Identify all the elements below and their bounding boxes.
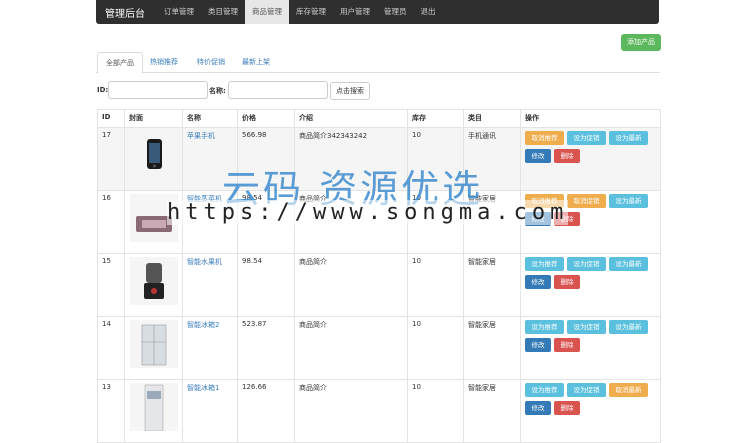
id-search-input[interactable] <box>108 81 208 99</box>
toggle-new-button[interactable]: 取消最新 <box>609 383 648 397</box>
cell-name: 智能冰箱2 <box>182 316 238 380</box>
edit-button[interactable]: 修改 <box>525 338 551 352</box>
product-name-link[interactable]: 苹果手机 <box>187 132 215 140</box>
id-label: ID: <box>97 86 109 94</box>
cell-price: 126.66 <box>237 379 295 443</box>
tab-special-offer[interactable]: 特价促销 <box>191 52 231 72</box>
header-price: 价格 <box>237 109 295 128</box>
tab-hot-recommend[interactable]: 热销推荐 <box>144 52 184 72</box>
delete-button[interactable]: 删除 <box>554 275 580 289</box>
product-name-link[interactable]: 智能水果机 <box>187 258 222 266</box>
product-image <box>129 131 178 179</box>
header-cover: 封面 <box>124 109 183 128</box>
cell-stock: 10 <box>407 253 464 317</box>
cell-description: 商品简介 <box>294 379 408 443</box>
nav-item-products[interactable]: 商品管理 <box>245 0 289 24</box>
header-name: 名称 <box>182 109 238 128</box>
top-navbar: 管理后台 订单管理 类目管理 商品管理 库存管理 用户管理 管理员 退出 <box>96 0 659 24</box>
header-id: ID <box>97 109 125 128</box>
cell-price: 98.54 <box>237 253 295 317</box>
nav-item-users[interactable]: 用户管理 <box>333 0 377 24</box>
cell-category: 智能家居 <box>463 253 521 317</box>
name-label: 名称: <box>209 87 226 95</box>
nav-item-admins[interactable]: 管理员 <box>377 0 414 24</box>
toggle-promotion-button[interactable]: 设为促销 <box>567 131 606 145</box>
cell-description: 商品简介 <box>294 316 408 380</box>
cell-category: 智能家居 <box>463 316 521 380</box>
header-description: 介绍 <box>294 109 408 128</box>
delete-button[interactable]: 删除 <box>554 149 580 163</box>
toggle-new-button[interactable]: 设为最新 <box>609 194 648 208</box>
cell-name: 智能水果机 <box>182 253 238 317</box>
table-row: 15 智能水果机 98.54 商品简介 10 智能家居 设为推荐 设为促销 设为… <box>97 253 661 317</box>
nav-item-inventory[interactable]: 库存管理 <box>289 0 333 24</box>
nav-item-orders[interactable]: 订单管理 <box>157 0 201 24</box>
name-search-input[interactable] <box>228 81 328 99</box>
cell-actions: 设为推荐 设为促销 设为最新 修改 删除 <box>520 316 661 380</box>
tab-new-arrivals[interactable]: 最新上架 <box>236 52 276 72</box>
product-name-link[interactable]: 智能冰箱2 <box>187 321 219 329</box>
product-image <box>129 383 178 432</box>
cell-cover <box>124 127 183 191</box>
toggle-recommend-button[interactable]: 设为推荐 <box>525 320 564 334</box>
product-tabs: 全部产品 热销推荐 特价促销 最新上架 <box>96 52 660 74</box>
cell-stock: 10 <box>407 379 464 443</box>
cell-category: 智能家居 <box>463 379 521 443</box>
toggle-recommend-button[interactable]: 取消推荐 <box>525 131 564 145</box>
delete-button[interactable]: 删除 <box>554 401 580 415</box>
cell-stock: 10 <box>407 316 464 380</box>
toggle-recommend-button[interactable]: 设为推荐 <box>525 383 564 397</box>
cell-name: 智能冰箱1 <box>182 379 238 443</box>
product-image <box>129 320 178 368</box>
toggle-new-button[interactable]: 设为最新 <box>609 131 648 145</box>
cell-cover <box>124 379 183 443</box>
edit-button[interactable]: 修改 <box>525 275 551 289</box>
watermark-url: https://www.songma.com <box>167 200 569 225</box>
header-category: 类目 <box>463 109 521 128</box>
delete-button[interactable]: 删除 <box>554 338 580 352</box>
cell-cover <box>124 316 183 380</box>
toggle-promotion-button[interactable]: 取消促销 <box>567 194 606 208</box>
search-button[interactable]: 点击搜索 <box>330 82 370 100</box>
toggle-recommend-button[interactable]: 设为推荐 <box>525 257 564 271</box>
toggle-new-button[interactable]: 设为最新 <box>609 320 648 334</box>
table-row: 13 智能冰箱1 126.66 商品简介 10 智能家居 设为推荐 设为促销 取… <box>97 379 661 443</box>
nav-item-categories[interactable]: 类目管理 <box>201 0 245 24</box>
cell-actions: 设为推荐 设为促销 设为最新 修改 删除 <box>520 253 661 317</box>
add-product-button[interactable]: 添加产品 <box>621 34 661 51</box>
cell-cover <box>124 253 183 317</box>
cell-id: 14 <box>97 316 125 380</box>
brand-title[interactable]: 管理后台 <box>105 5 145 20</box>
cell-id: 16 <box>97 190 125 254</box>
edit-button[interactable]: 修改 <box>525 401 551 415</box>
cell-actions: 设为推荐 设为促销 取消最新 修改 删除 <box>520 379 661 443</box>
cell-price: 523.87 <box>237 316 295 380</box>
cell-description: 商品简介 <box>294 253 408 317</box>
header-stock: 库存 <box>407 109 464 128</box>
cell-id: 15 <box>97 253 125 317</box>
tab-all-products[interactable]: 全部产品 <box>97 52 143 74</box>
toggle-new-button[interactable]: 设为最新 <box>609 257 648 271</box>
cell-id: 13 <box>97 379 125 443</box>
header-actions: 操作 <box>520 109 661 128</box>
product-name-link[interactable]: 智能冰箱1 <box>187 384 219 392</box>
cell-id: 17 <box>97 127 125 191</box>
nav-item-logout[interactable]: 退出 <box>414 0 443 24</box>
edit-button[interactable]: 修改 <box>525 149 551 163</box>
product-image <box>129 257 178 305</box>
toggle-promotion-button[interactable]: 设为促销 <box>567 383 606 397</box>
cell-actions: 取消推荐 设为促销 设为最新 修改 删除 <box>520 127 661 191</box>
table-row: 14 智能冰箱2 523.87 商品简介 10 智能家居 设为推荐 设为促销 设… <box>97 316 661 380</box>
toggle-promotion-button[interactable]: 设为促销 <box>567 320 606 334</box>
toggle-promotion-button[interactable]: 设为促销 <box>567 257 606 271</box>
